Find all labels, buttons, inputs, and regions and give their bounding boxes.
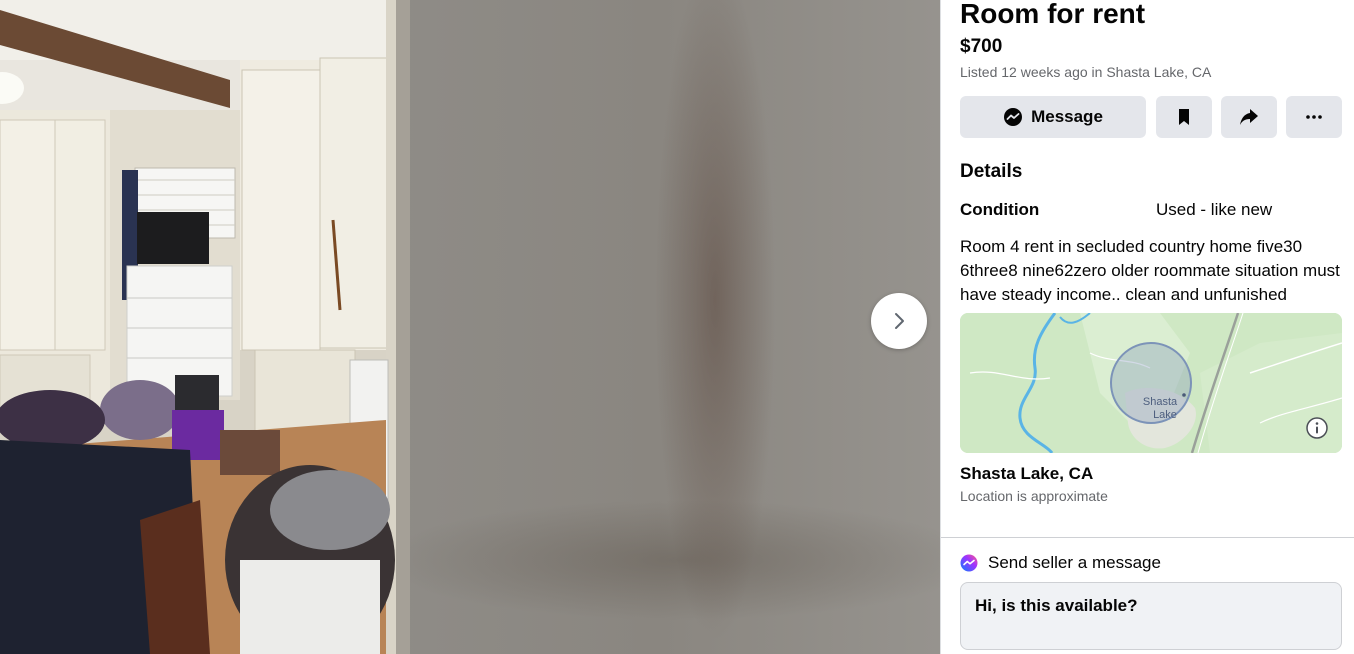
condition-value: Used - like new [1156, 200, 1273, 219]
location-name: Shasta Lake, CA [960, 464, 1094, 483]
info-icon [1306, 417, 1328, 439]
section-divider [941, 537, 1354, 538]
share-button[interactable] [1221, 96, 1277, 138]
map-info-button[interactable] [1305, 416, 1329, 440]
room-photo-illustration [0, 0, 410, 654]
listing-title: Room for rent [960, 0, 1146, 29]
listing-description: Room 4 rent in secluded country home fiv… [960, 237, 1340, 304]
photo-viewer [0, 0, 940, 654]
messenger-icon [1004, 108, 1023, 126]
location-map[interactable]: Shasta Lake [960, 313, 1342, 453]
share-icon [1240, 109, 1258, 125]
message-button-label: Message [1031, 107, 1103, 126]
condition-label: Condition [960, 200, 1040, 219]
more-dots-icon [1306, 115, 1322, 119]
map-illustration: Shasta Lake [960, 313, 1342, 453]
bookmark-icon [1179, 109, 1189, 125]
details-heading: Details [960, 161, 1023, 182]
listing-details-panel: Room for rent $700 Listed 12 weeks ago i… [940, 0, 1354, 654]
listing-photo[interactable] [0, 0, 410, 654]
save-button[interactable] [1156, 96, 1212, 138]
next-photo-button[interactable] [871, 293, 927, 349]
map-label-line1: Shasta [1143, 396, 1178, 408]
chevron-right-icon [895, 313, 904, 329]
map-label-line2: Lake [1153, 409, 1177, 421]
messenger-color-icon [960, 554, 978, 572]
location-note: Location is approximate [960, 488, 1108, 504]
more-options-button[interactable] [1286, 96, 1342, 138]
message-button[interactable]: Message [960, 96, 1146, 138]
seller-message-input[interactable]: Hi, is this available? [960, 582, 1342, 650]
listing-meta: Listed 12 weeks ago in Shasta Lake, CA [960, 64, 1212, 80]
listing-price: $700 [960, 36, 1003, 57]
send-seller-message-label: Send seller a message [988, 553, 1161, 572]
